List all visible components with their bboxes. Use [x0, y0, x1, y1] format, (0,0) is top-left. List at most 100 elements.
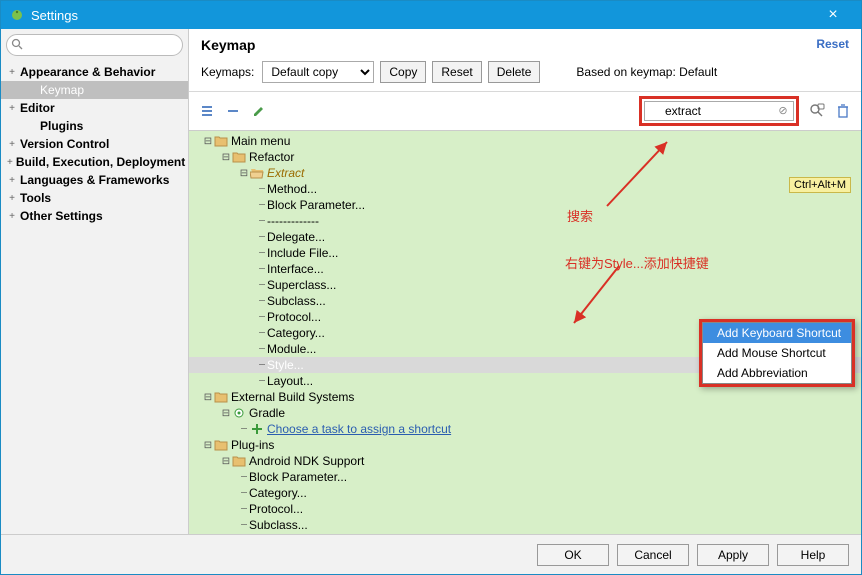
expand-icon: + — [7, 67, 17, 78]
tree-node-label: Block Parameter... — [267, 198, 365, 212]
expand-icon: + — [7, 139, 17, 150]
tree-node-label: External Build Systems — [231, 390, 354, 404]
tree-node[interactable]: ┄Superclass... — [189, 277, 861, 293]
folder-icon — [214, 135, 228, 147]
tree-node[interactable]: ⊟ Plug-ins — [189, 437, 861, 453]
tree-node[interactable]: ┄Choose a task to assign a shortcut — [189, 421, 861, 437]
trash-icon[interactable] — [835, 103, 851, 119]
tree-node[interactable]: ┄Interface... — [189, 261, 861, 277]
tree-node[interactable]: ┄Block Parameter... — [189, 469, 861, 485]
tree-node[interactable]: ┄Include File... — [189, 245, 861, 261]
tree-node[interactable]: ┄Delegate... — [189, 229, 861, 245]
tree-toggle-icon[interactable]: ⊟ — [221, 152, 231, 163]
tree-node[interactable]: ┄Subclass... — [189, 293, 861, 309]
sidebar-item-plugins[interactable]: Plugins — [1, 117, 188, 135]
sidebar-item-label: Keymap — [40, 83, 84, 97]
tree-node-label: Refactor — [249, 150, 294, 164]
copy-button[interactable]: Copy — [380, 61, 426, 83]
tree-node-label: Protocol... — [267, 310, 321, 324]
tree-node-label: Plug-ins — [231, 438, 274, 452]
tree-node[interactable]: ⊟Android NDK Support — [189, 453, 861, 469]
sidebar-item-tools[interactable]: +Tools — [1, 189, 188, 207]
tree-toggle-icon[interactable]: ⊟ — [203, 392, 213, 403]
tree-toggle-icon: ┄ — [257, 232, 267, 243]
tree-node[interactable]: ┄Block Parameter... — [189, 197, 861, 213]
expand-icon: + — [7, 103, 17, 114]
folder-icon — [232, 455, 246, 467]
folder-icon — [214, 391, 228, 403]
tree-node[interactable]: ┄Subclass... — [189, 517, 861, 533]
collapse-all-icon[interactable] — [225, 103, 241, 119]
tree-node[interactable]: ⊟Gradle — [189, 405, 861, 421]
sidebar-item-version-control[interactable]: +Version Control — [1, 135, 188, 153]
tree-toggle-icon[interactable]: ⊟ — [239, 168, 249, 179]
tree-node[interactable]: ┄------------- — [189, 213, 861, 229]
expand-all-icon[interactable] — [199, 103, 215, 119]
tree-toggle-icon[interactable]: ⊟ — [203, 440, 213, 451]
sidebar-item-languages-frameworks[interactable]: +Languages & Frameworks — [1, 171, 188, 189]
reset-button[interactable]: Reset — [432, 61, 481, 83]
tree-node[interactable]: ⊟ External Build Systems — [189, 389, 861, 405]
tree-node[interactable]: ┄Category... — [189, 485, 861, 501]
edit-icon[interactable] — [251, 103, 267, 119]
folder-icon — [214, 439, 228, 451]
sidebar-search — [1, 29, 188, 61]
sidebar-item-label: Editor — [20, 101, 55, 115]
sidebar-search-input[interactable] — [6, 34, 183, 56]
tree-node[interactable]: ⊟Extract — [189, 165, 861, 181]
sidebar-item-editor[interactable]: +Editor — [1, 99, 188, 117]
tree-node-label: Choose a task to assign a shortcut — [267, 422, 451, 436]
keymaps-select[interactable]: Default copy — [262, 61, 374, 83]
gradle-icon — [232, 407, 246, 419]
tree-node-label: Include File... — [267, 246, 338, 260]
find-action-by-shortcut-icon[interactable] — [809, 103, 825, 119]
context-menu-item[interactable]: Add Keyboard Shortcut — [703, 323, 851, 343]
tree-node-label: Subclass... — [267, 294, 326, 308]
delete-button[interactable]: Delete — [488, 61, 541, 83]
sidebar-item-build-execution-deployment[interactable]: +Build, Execution, Deployment — [1, 153, 188, 171]
tree-node[interactable]: ⊟ Refactor — [189, 149, 861, 165]
tree-toggle-icon: ┄ — [257, 216, 267, 227]
tree-toggle-icon[interactable]: ⊟ — [221, 408, 231, 419]
tree-search-highlight: ⊘ — [639, 96, 799, 126]
context-menu-item[interactable]: Add Mouse Shortcut — [703, 343, 851, 363]
sidebar-item-other-settings[interactable]: +Other Settings — [1, 207, 188, 225]
clear-search-icon[interactable]: ⊘ — [776, 104, 790, 118]
sidebar-item-keymap[interactable]: Keymap — [1, 81, 188, 99]
tree-search-input[interactable] — [644, 101, 794, 121]
help-button[interactable]: Help — [777, 544, 849, 566]
tree-toggle-icon: ┄ — [257, 296, 267, 307]
tree-node-label: ------------- — [267, 214, 319, 228]
tree-toggle-icon: ┄ — [239, 504, 249, 515]
tree-node[interactable]: ⊟Android Support — [189, 533, 861, 534]
cancel-button[interactable]: Cancel — [617, 544, 689, 566]
tree-node-label: Subclass... — [249, 518, 308, 532]
sidebar-item-appearance-behavior[interactable]: +Appearance & Behavior — [1, 63, 188, 81]
ok-button[interactable]: OK — [537, 544, 609, 566]
sidebar-item-label: Languages & Frameworks — [20, 173, 169, 187]
close-icon[interactable]: × — [813, 6, 853, 24]
tree-toggle-icon[interactable]: ⊟ — [203, 136, 213, 147]
apply-button[interactable]: Apply — [697, 544, 769, 566]
tree-toggle-icon: ┄ — [257, 344, 267, 355]
based-on-label: Based on keymap: Default — [576, 65, 717, 79]
folder-open-icon — [250, 167, 264, 179]
tree-node[interactable]: ┄Protocol... — [189, 501, 861, 517]
context-menu-item[interactable]: Add Abbreviation — [703, 363, 851, 383]
tree-node[interactable]: ┄Method... — [189, 181, 861, 197]
sidebar: +Appearance & BehaviorKeymap+EditorPlugi… — [1, 29, 189, 534]
tree-node-label: Style... — [267, 358, 304, 372]
sidebar-item-label: Other Settings — [20, 209, 103, 223]
tree-node-label: Method... — [267, 182, 317, 196]
reset-link[interactable]: Reset — [816, 37, 849, 53]
tree-node-label: Interface... — [267, 262, 324, 276]
tree-node-label: Layout... — [267, 374, 313, 388]
expand-icon: + — [7, 175, 17, 186]
tree-toggle-icon: ┄ — [257, 312, 267, 323]
tree-toggle-icon[interactable]: ⊟ — [221, 456, 231, 467]
tree-toggle-icon: ┄ — [257, 200, 267, 211]
search-icon — [11, 38, 23, 50]
tree-node[interactable]: ⊟Main menu — [189, 133, 861, 149]
app-icon — [9, 7, 25, 23]
tree-node-label: Category... — [249, 486, 307, 500]
